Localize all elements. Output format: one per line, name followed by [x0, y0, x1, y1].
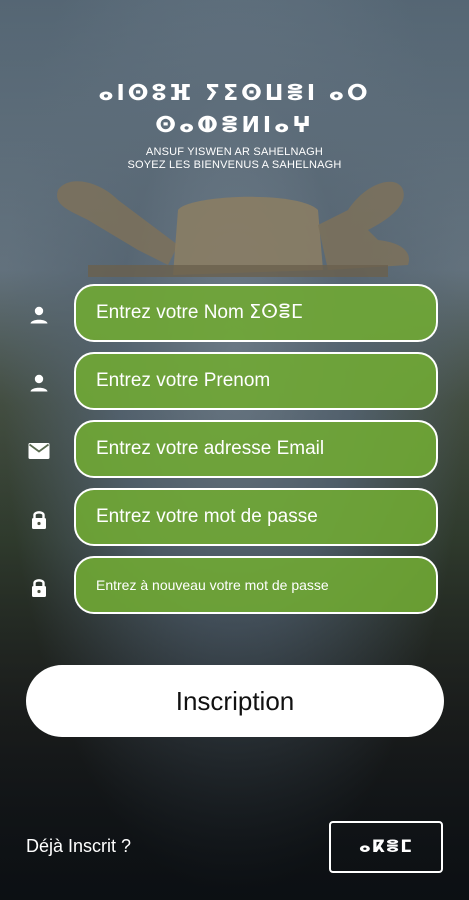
password-input[interactable] [94, 505, 436, 529]
nom-row [0, 284, 469, 346]
password-confirm-field-box [74, 556, 438, 614]
welcome-kabyle-text: ANSUF YISWEN AR SAHELNAGH [145, 146, 324, 158]
already-registered-text: Déjà Inscrit ? [26, 836, 132, 856]
password-confirm-input[interactable] [94, 576, 436, 594]
password-row [0, 488, 469, 550]
prenom-input[interactable] [94, 369, 436, 393]
welcome-french-text: SOYEZ LES BIENVENUS A SAHELNAGH [127, 159, 342, 171]
lock-icon [32, 579, 46, 597]
register-button[interactable]: Inscription [26, 665, 444, 737]
person-icon [30, 374, 48, 392]
lock-icon [32, 511, 46, 529]
tifinagh-title-line-2: ⵙⴰⵀⴻⵍⵏⴰⵖ [155, 113, 314, 138]
tifinagh-title-line-1: ⴰⵏⵙⵓⴼ ⵢⵉⵙⵡⴻⵏ ⴰⵔ [98, 81, 371, 106]
password-confirm-row [0, 556, 469, 618]
fist-sculpture-image [57, 181, 409, 277]
login-button[interactable]: ⴰⴽⴻⵎ [329, 821, 443, 873]
person-icon [30, 306, 48, 324]
nom-field-box [74, 284, 438, 342]
email-row [0, 420, 469, 482]
prenom-row [0, 352, 469, 414]
password-field-box [74, 488, 438, 546]
mail-icon [28, 443, 50, 459]
prenom-field-box [74, 352, 438, 410]
email-field-box [74, 420, 438, 478]
welcome-header: ⴰⵏⵙⵓⴼ ⵢⵉⵙⵡⴻⵏ ⴰⵔ ⵙⴰⵀⴻⵍⵏⴰⵖ ANSUF YISWEN AR… [0, 78, 469, 172]
email-input[interactable] [94, 437, 436, 461]
nom-input[interactable] [94, 301, 436, 325]
